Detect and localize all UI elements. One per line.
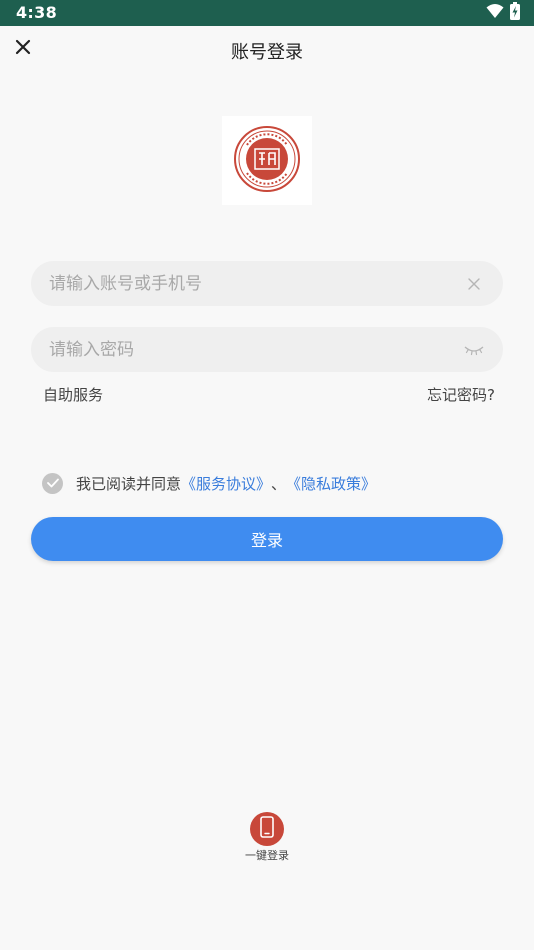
school-seal-logo-icon <box>233 125 301 197</box>
eye-closed-icon[interactable] <box>463 339 485 361</box>
self-service-link[interactable]: 自助服务 <box>43 384 103 405</box>
password-input[interactable] <box>49 327 449 372</box>
clear-icon[interactable] <box>463 273 485 295</box>
nav-bar: 账号登录 <box>0 26 534 74</box>
status-time: 4:38 <box>16 3 57 22</box>
account-field-container <box>31 261 503 306</box>
agreement-separator: 、 <box>271 474 287 493</box>
account-input[interactable] <box>49 261 449 306</box>
forgot-password-link[interactable]: 忘记密码? <box>427 384 495 405</box>
privacy-policy-link[interactable]: 《隐私政策》 <box>286 473 376 494</box>
one-key-login-circle <box>250 812 284 846</box>
page-title: 账号登录 <box>231 42 303 63</box>
one-key-login-button[interactable]: 一键登录 <box>230 812 304 863</box>
school-logo <box>222 116 312 205</box>
one-key-login-label: 一键登录 <box>245 849 289 862</box>
password-field-container <box>31 327 503 372</box>
battery-charging-icon <box>510 2 520 24</box>
status-icons <box>486 2 520 24</box>
agreement-checkbox[interactable] <box>42 472 63 494</box>
check-icon <box>46 478 59 488</box>
status-bar: 4:38 <box>0 0 534 26</box>
phone-icon <box>260 816 274 842</box>
wifi-icon <box>486 3 504 23</box>
login-button[interactable]: 登录 <box>31 517 503 561</box>
agreement-row: 我已阅读并同意 《服务协议》 、 《隐私政策》 <box>42 472 376 494</box>
agreement-text: 我已阅读并同意 <box>76 474 182 493</box>
service-agreement-link[interactable]: 《服务协议》 <box>181 473 271 494</box>
